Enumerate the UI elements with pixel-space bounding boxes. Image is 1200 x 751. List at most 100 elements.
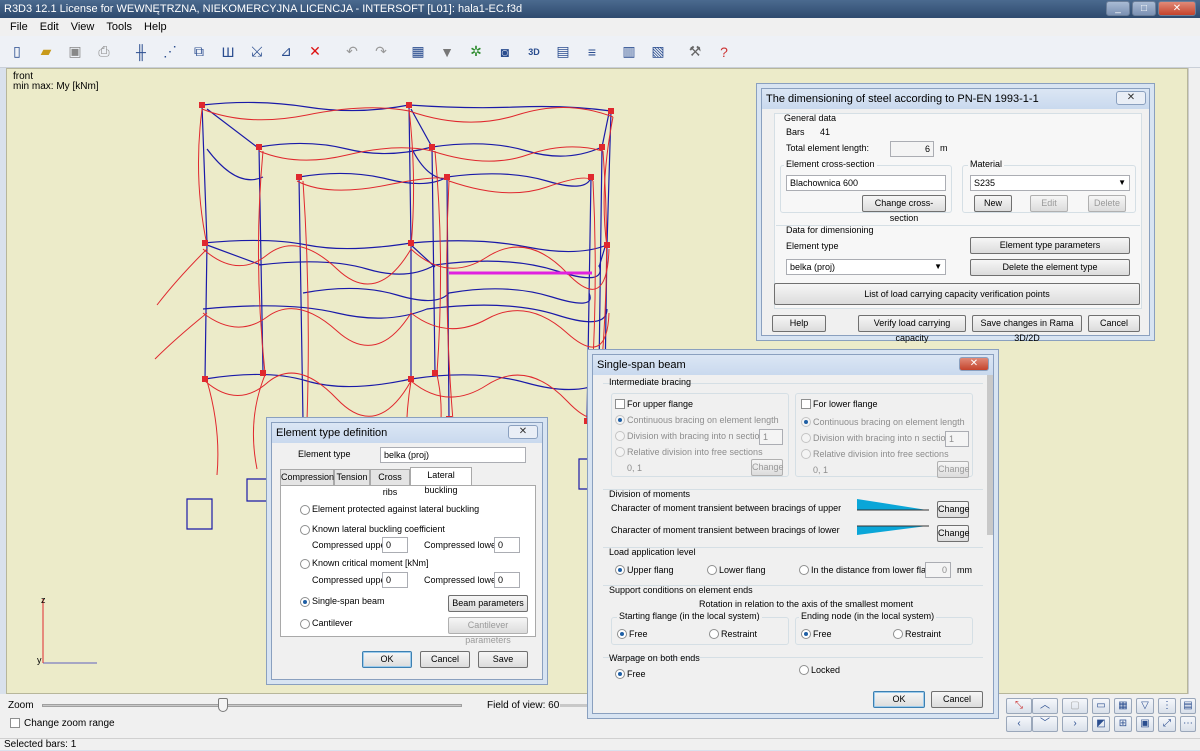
upper-change-button[interactable]: Change: [751, 459, 784, 476]
change-cross-section-button[interactable]: Change cross-section: [862, 195, 946, 223]
et-element-type-field[interactable]: belka (proj): [380, 447, 526, 463]
calculate-icon[interactable]: ▦: [407, 41, 429, 63]
material-select[interactable]: S235 ▼: [970, 175, 1130, 191]
change-zoom-range-checkbox[interactable]: [10, 718, 20, 728]
tab-lateral-buckling[interactable]: Lateral buckling: [410, 467, 472, 495]
nav-nodes-icon[interactable]: ⊞: [1114, 716, 1132, 732]
tab-tension[interactable]: Tension: [334, 469, 370, 485]
settings-icon[interactable]: ⚒: [684, 41, 706, 63]
zoom-slider-track[interactable]: [42, 704, 462, 707]
beam-dialog-scrollbar[interactable]: [987, 375, 993, 535]
nav-scale-icon[interactable]: ⤢: [1158, 716, 1176, 732]
nav-lock-icon[interactable]: ▢: [1062, 698, 1088, 714]
radio-known-coefficient[interactable]: [300, 525, 310, 535]
radio-known-moment[interactable]: [300, 559, 310, 569]
3d-icon[interactable]: 3D: [523, 41, 545, 63]
warpage-free-radio[interactable]: [615, 669, 625, 679]
radio-protected[interactable]: [300, 505, 310, 515]
tab-cross-ribs[interactable]: Cross ribs: [370, 469, 410, 497]
nav-left-icon[interactable]: ‹: [1006, 716, 1032, 732]
help-button[interactable]: Help: [772, 315, 826, 332]
radio-cantilever[interactable]: [300, 619, 310, 629]
filter-icon[interactable]: ▼: [436, 41, 458, 63]
results-icon[interactable]: ≡: [581, 41, 603, 63]
close-button[interactable]: ✕: [1158, 1, 1196, 16]
save-icon[interactable]: ▣: [64, 41, 86, 63]
undo-icon[interactable]: ↶: [341, 41, 363, 63]
view-icon[interactable]: ✲: [465, 41, 487, 63]
start-restraint-radio[interactable]: [709, 629, 719, 639]
et-save-button[interactable]: Save: [478, 651, 528, 668]
verification-points-button[interactable]: List of load carrying capacity verificat…: [774, 283, 1140, 305]
beam-ok-button[interactable]: OK: [873, 691, 925, 708]
table-icon[interactable]: ▤: [552, 41, 574, 63]
nav-more-icon[interactable]: ▤: [1180, 698, 1196, 714]
cross-section-field[interactable]: Blachownica 600: [786, 175, 946, 191]
supports-icon[interactable]: Ш: [217, 41, 239, 63]
upper-flang-radio[interactable]: [615, 565, 625, 575]
steel-dialog-close-icon[interactable]: ✕: [1116, 91, 1146, 105]
element-type-select[interactable]: belka (proj) ▼: [786, 259, 946, 275]
bars-icon[interactable]: ⧉: [188, 41, 210, 63]
compressed-upper-field[interactable]: 0: [382, 537, 408, 553]
tab-compression[interactable]: Compression: [280, 469, 334, 485]
cantilever-parameters-button[interactable]: Cantilever parameters: [448, 617, 528, 645]
nav-filter-icon[interactable]: ▽: [1136, 698, 1154, 714]
upper-continuous-radio[interactable]: [615, 415, 625, 425]
menu-view[interactable]: View: [65, 21, 101, 33]
lower-flang-radio[interactable]: [707, 565, 717, 575]
delete-element-type-button[interactable]: Delete the element type: [970, 259, 1130, 276]
new-material-button[interactable]: New: [974, 195, 1012, 212]
distance-field[interactable]: 0: [925, 562, 951, 578]
radio-single-span[interactable]: [300, 597, 310, 607]
distance-radio[interactable]: [799, 565, 809, 575]
nav-expand-icon[interactable]: ⋯: [1180, 716, 1196, 732]
moment-upper-change-button[interactable]: Change: [937, 501, 970, 518]
nav-dots-icon[interactable]: ⋮: [1158, 698, 1176, 714]
menu-tools[interactable]: Tools: [100, 21, 138, 33]
vertical-scrollbar[interactable]: [1188, 68, 1200, 694]
nav-up-icon[interactable]: ︿: [1032, 698, 1058, 714]
upper-n-field[interactable]: 1: [759, 429, 783, 445]
beam-parameters-button[interactable]: Beam parameters: [448, 595, 528, 612]
menu-edit[interactable]: Edit: [34, 21, 65, 33]
upper-division-radio[interactable]: [615, 431, 625, 441]
zoom-slider-thumb[interactable]: [218, 698, 228, 712]
loads-icon[interactable]: ⤩: [246, 41, 268, 63]
compressed-lower-field[interactable]: 0: [494, 537, 520, 553]
menu-file[interactable]: File: [4, 21, 34, 33]
open-folder-icon[interactable]: ▰: [35, 41, 57, 63]
maximize-button[interactable]: □: [1132, 1, 1156, 16]
selection-icon[interactable]: ⊿: [275, 41, 297, 63]
minimize-button[interactable]: _: [1106, 1, 1130, 16]
dimensioning-icon[interactable]: ▧: [647, 41, 669, 63]
start-free-radio[interactable]: [617, 629, 627, 639]
nodes-icon[interactable]: ⋰: [159, 41, 181, 63]
lower-n-field[interactable]: 1: [945, 431, 969, 447]
upper-flange-checkbox[interactable]: [615, 399, 625, 409]
report-icon[interactable]: ▥: [618, 41, 640, 63]
lower-division-radio[interactable]: [801, 433, 811, 443]
upper-relative-radio[interactable]: [615, 447, 625, 457]
element-type-dialog-close-icon[interactable]: ✕: [508, 425, 538, 439]
warpage-locked-radio[interactable]: [799, 665, 809, 675]
nav-down-icon[interactable]: ﹀: [1032, 716, 1058, 732]
element-type-parameters-button[interactable]: Element type parameters: [970, 237, 1130, 254]
nav-dim-icon[interactable]: ▣: [1136, 716, 1154, 732]
nav-display-icon[interactable]: ▭: [1092, 698, 1110, 714]
lower-change-button[interactable]: Change: [937, 461, 970, 478]
delete-icon[interactable]: ✕: [304, 41, 326, 63]
verify-capacity-button[interactable]: Verify load carrying capacity: [858, 315, 966, 343]
lower-flange-checkbox[interactable]: [801, 399, 811, 409]
moment-lower-field[interactable]: 0: [494, 572, 520, 588]
et-ok-button[interactable]: OK: [362, 651, 412, 668]
nav-right-icon[interactable]: ›: [1062, 716, 1088, 732]
moment-lower-change-button[interactable]: Change: [937, 525, 970, 542]
et-cancel-button[interactable]: Cancel: [420, 651, 470, 668]
nav-grid-icon[interactable]: ▦: [1114, 698, 1132, 714]
moment-upper-field[interactable]: 0: [382, 572, 408, 588]
delete-material-button[interactable]: Delete: [1088, 195, 1126, 212]
frame-icon[interactable]: ╫: [130, 41, 152, 63]
help-icon[interactable]: ?: [713, 41, 735, 63]
lower-continuous-radio[interactable]: [801, 417, 811, 427]
